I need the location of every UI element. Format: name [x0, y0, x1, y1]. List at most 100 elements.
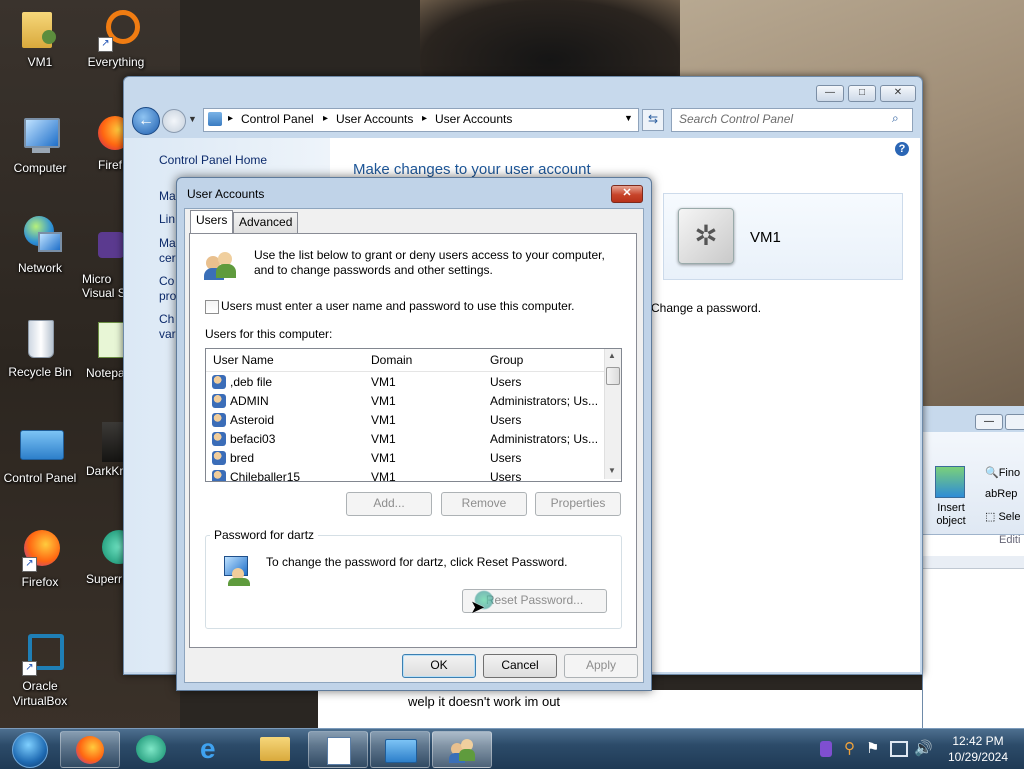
taskbar-explorer[interactable] — [246, 731, 304, 766]
scroll-up-icon[interactable]: ▲ — [608, 351, 616, 360]
domain-cell: VM1 — [371, 394, 396, 408]
desktop-icon-control-panel[interactable]: Control Panel — [0, 424, 80, 486]
control-panel-small-icon — [208, 112, 222, 126]
breadcrumb-control-panel[interactable]: Control Panel — [241, 112, 314, 126]
network-icon — [18, 214, 62, 258]
sidebar-link[interactable]: Ma cer — [159, 236, 176, 266]
cancel-button[interactable]: Cancel — [483, 654, 557, 678]
breadcrumb-user-accounts[interactable]: User Accounts — [336, 112, 413, 126]
add-user-button[interactable]: Add... — [346, 492, 432, 516]
clock-date[interactable]: 10/29/2024 — [940, 750, 1016, 764]
word-maximize-button[interactable] — [1005, 414, 1024, 430]
refresh-icon: ⇆ — [647, 112, 659, 126]
breadcrumb-separator-icon: ▸ — [422, 113, 428, 124]
maximize-button[interactable]: □ — [848, 85, 876, 102]
taskbar-wordpad[interactable] — [308, 731, 368, 768]
tab-advanced[interactable]: Advanced — [233, 212, 299, 233]
forward-button[interactable] — [162, 109, 186, 133]
address-bar[interactable]: ▸ Control Panel ▸ User Accounts ▸ User A… — [203, 108, 639, 132]
breadcrumb-separator-icon: ▸ — [323, 113, 329, 124]
desktop-icon-visual-studio-partial[interactable]: Micro Visual S — [76, 228, 130, 300]
column-group[interactable]: Group — [490, 353, 523, 367]
taskbar-internet-explorer[interactable]: e — [184, 731, 242, 766]
minimize-button[interactable]: — — [816, 85, 844, 102]
search-icon[interactable]: ⌕ — [892, 111, 899, 126]
table-row[interactable]: bred VM1 Users — [206, 449, 604, 468]
desktop-icon-network[interactable]: Network — [0, 214, 80, 276]
search-input[interactable]: Search Control Panel ⌕ — [671, 108, 913, 132]
taskbar-app[interactable] — [122, 731, 180, 766]
domain-cell: VM1 — [371, 375, 396, 389]
replace-button[interactable]: abRep — [985, 488, 1017, 500]
column-domain[interactable]: Domain — [371, 353, 412, 367]
refresh-button[interactable]: ⇆ — [642, 109, 664, 131]
remove-user-button[interactable]: Remove — [441, 492, 527, 516]
desktop-icon-computer[interactable]: Computer — [0, 114, 80, 176]
users-list-scrollbar[interactable]: ▲ ▼ — [604, 349, 621, 479]
desktop-icon-everything[interactable]: ↗ Everything — [76, 8, 156, 70]
desktop-icon-label: Firefox — [21, 575, 59, 589]
help-icon[interactable]: ? — [895, 142, 909, 156]
properties-button[interactable]: Properties — [535, 492, 621, 516]
dialog-close-button[interactable]: ✕ — [611, 185, 643, 203]
tab-users[interactable]: Users — [190, 210, 234, 233]
require-password-checkbox[interactable] — [205, 300, 219, 314]
user-icon — [212, 451, 226, 465]
user-icon — [212, 394, 226, 408]
table-row[interactable]: befaci03 VM1 Administrators; Us... — [206, 430, 604, 449]
volume-icon[interactable]: 🔊 — [914, 739, 933, 757]
internet-explorer-icon: e — [200, 733, 216, 764]
computer-icon — [18, 114, 62, 158]
scroll-down-icon[interactable]: ▼ — [608, 466, 616, 475]
sidebar-link[interactable]: Co pro — [159, 274, 176, 304]
back-button[interactable]: ← — [132, 107, 160, 135]
close-button[interactable]: ✕ — [880, 85, 916, 102]
select-icon: ⬚ — [985, 511, 999, 523]
group-cell: Administrators; Us... — [490, 432, 599, 446]
password-instructions: To change the password for dartz, click … — [266, 555, 568, 569]
desktop-icon-label: Everything — [87, 55, 145, 69]
taskbar-firefox[interactable] — [60, 731, 120, 768]
breadcrumb-user-accounts-current[interactable]: User Accounts — [435, 112, 512, 126]
users-list[interactable]: User Name Domain Group ,deb file VM1 Use… — [205, 348, 622, 482]
desktop-icon-virtualbox[interactable]: ↗ Oracle VirtualBox — [0, 632, 80, 709]
recent-pages-chevron-icon[interactable]: ▼ — [188, 114, 197, 124]
find-button[interactable]: 🔍Fino — [985, 466, 1020, 479]
table-row[interactable]: Chileballer15 VM1 Users — [206, 468, 604, 482]
control-panel-home-link[interactable]: Control Panel Home — [159, 153, 267, 167]
scroll-thumb[interactable] — [606, 367, 620, 385]
sidebar-link[interactable]: Ch var — [159, 312, 176, 342]
word-minimize-button[interactable]: — — [975, 414, 1003, 430]
users-list-header: User Name Domain Group — [206, 349, 604, 372]
user-name-cell: ADMIN — [230, 394, 269, 408]
magnifier-icon[interactable]: ⚲ — [844, 739, 855, 757]
desktop-icon-firefox[interactable]: ↗ Firefox — [0, 528, 80, 590]
taskbar-user-accounts[interactable] — [432, 731, 492, 768]
insert-object-icon — [935, 466, 965, 498]
address-dropdown-icon[interactable]: ▼ — [624, 113, 633, 123]
sidebar-link[interactable]: Ma — [159, 189, 176, 203]
taskbar-control-panel[interactable] — [370, 731, 430, 768]
desktop-icon-recycle-bin[interactable]: Recycle Bin — [0, 318, 80, 380]
clock-time[interactable]: 12:42 PM — [948, 734, 1008, 748]
column-user-name[interactable]: User Name — [213, 353, 274, 367]
insert-object-button[interactable]: Insert object — [931, 502, 971, 528]
mouse-pointer-icon: ➤ — [470, 597, 486, 617]
microphone-icon[interactable] — [820, 741, 832, 757]
select-button[interactable]: ⬚ Sele — [985, 510, 1020, 523]
require-password-label[interactable]: Users must enter a user name and passwor… — [221, 299, 575, 313]
arrow-left-icon: ← — [138, 112, 154, 129]
virtualbox-icon: ↗ — [18, 632, 64, 676]
change-password-link[interactable]: Change a password. — [651, 301, 761, 315]
sidebar-link[interactable]: Lin — [159, 212, 175, 226]
desktop-icon-vm1[interactable]: VM1 — [0, 8, 80, 70]
apply-button[interactable]: Apply — [564, 654, 638, 678]
table-row[interactable]: ADMIN VM1 Administrators; Us... — [206, 392, 604, 411]
table-row[interactable]: Asteroid VM1 Users — [206, 411, 604, 430]
flag-icon[interactable]: ⚑ — [866, 739, 879, 757]
table-row[interactable]: ,deb file VM1 Users — [206, 373, 604, 392]
ok-button[interactable]: OK — [402, 654, 476, 678]
domain-cell: VM1 — [371, 470, 396, 482]
network-tray-icon[interactable] — [890, 741, 908, 757]
start-button[interactable] — [4, 729, 50, 769]
